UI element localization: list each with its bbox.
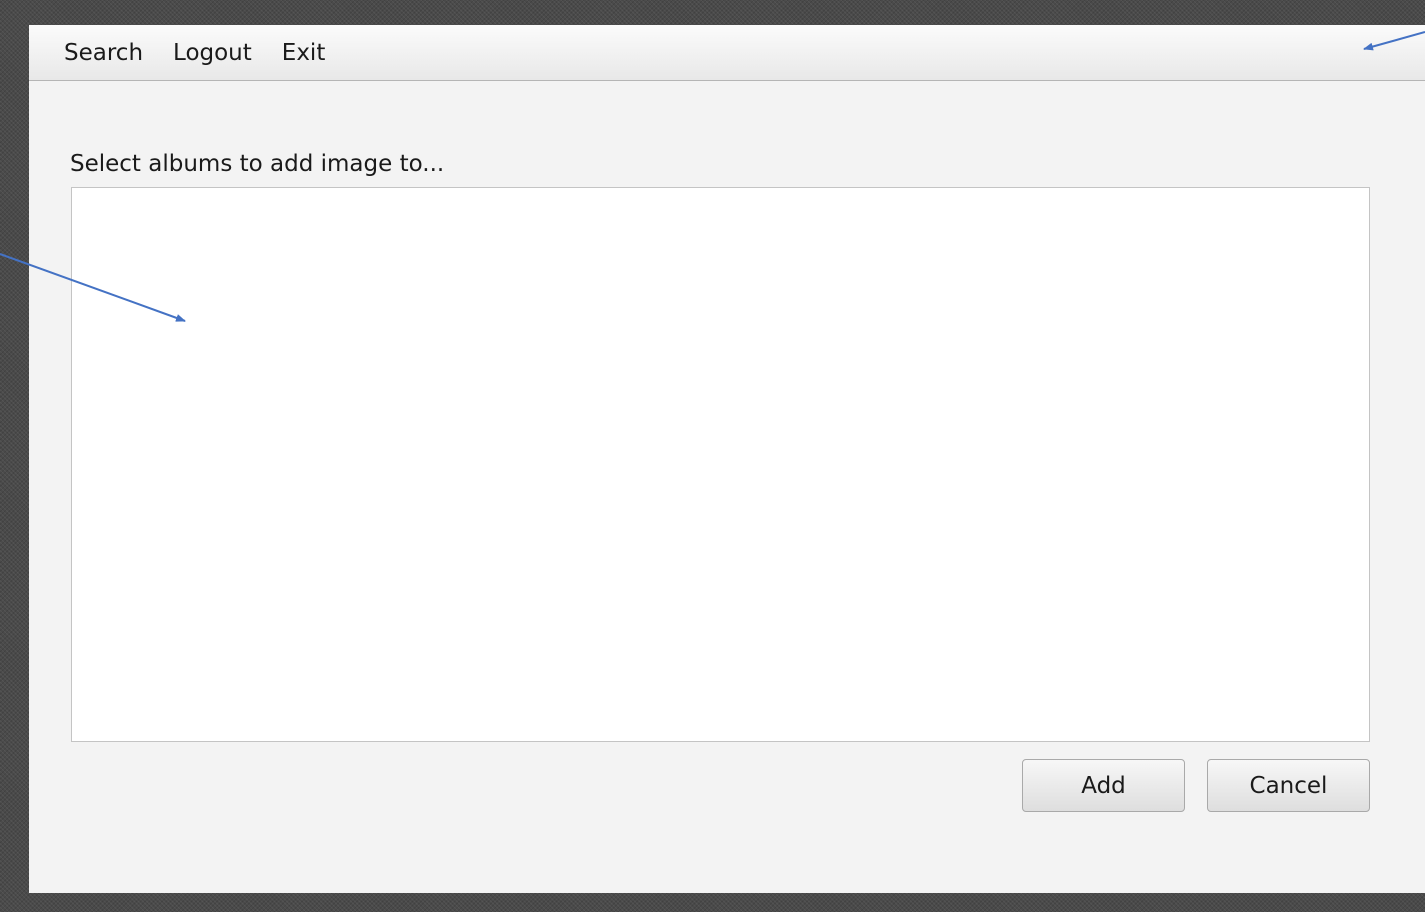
cancel-button[interactable]: Cancel [1207,759,1370,812]
album-list[interactable] [71,187,1370,742]
menu-bar: Search Logout Exit [29,25,1425,81]
app-window: Search Logout Exit Select albums to add … [29,25,1425,893]
add-button[interactable]: Add [1022,759,1185,812]
menu-item-exit[interactable]: Exit [272,34,336,72]
menu-item-search[interactable]: Search [54,34,153,72]
select-albums-label: Select albums to add image to... [70,151,445,177]
menu-item-logout[interactable]: Logout [163,34,262,72]
